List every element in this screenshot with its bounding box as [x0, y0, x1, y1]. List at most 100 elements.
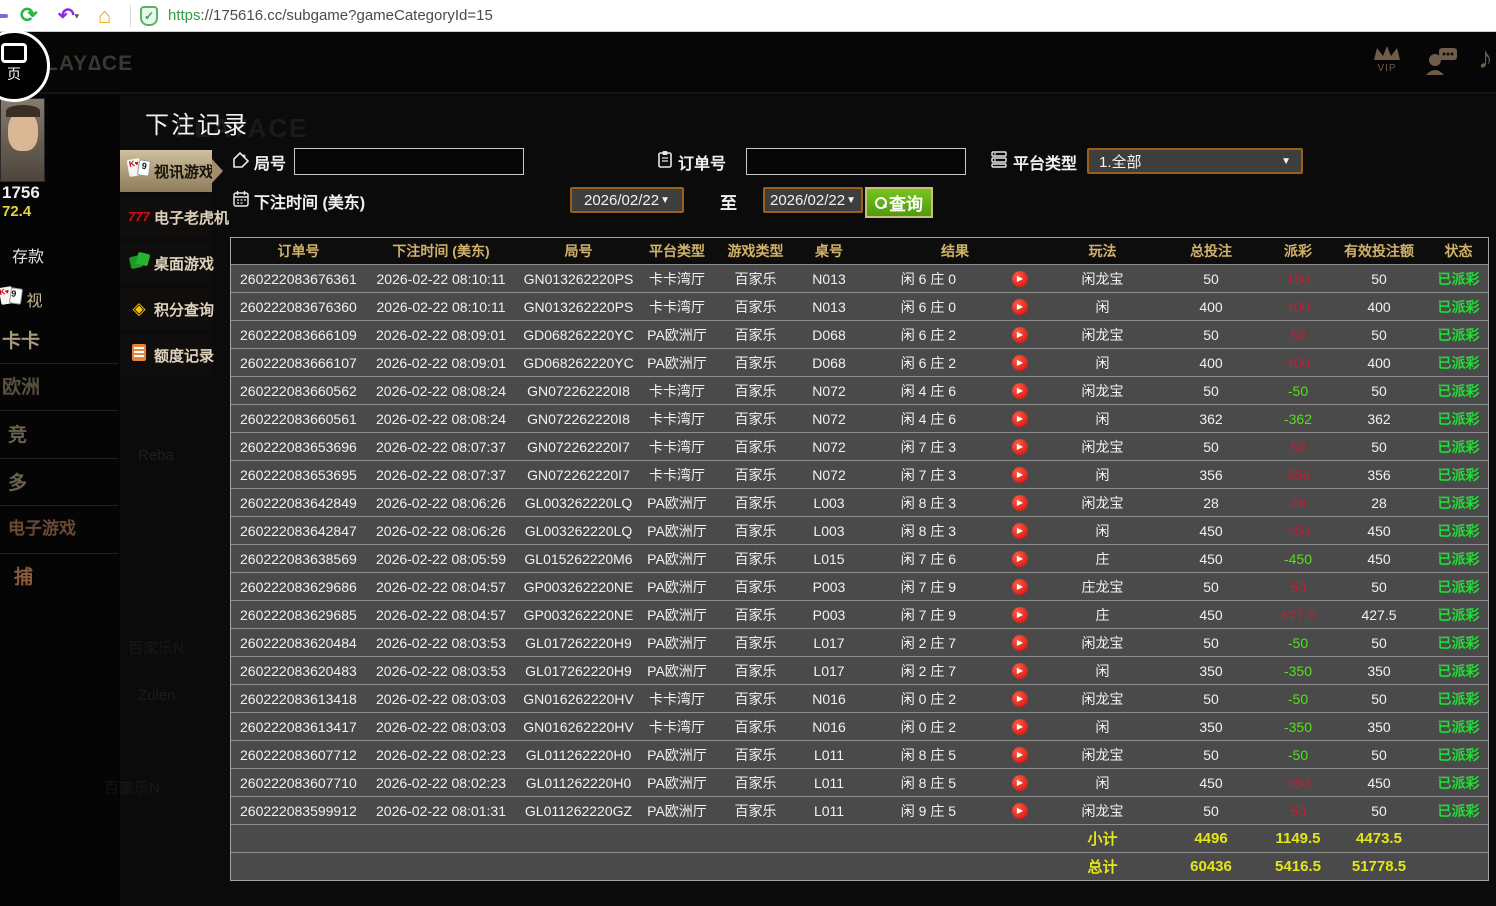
date-from-select[interactable]: 2026/02/22 ▼ [570, 187, 684, 213]
play-result-button[interactable]: ▶ [1012, 326, 1028, 343]
round: GL011262220H0 [525, 746, 632, 763]
play-result-button[interactable]: ▶ [1012, 466, 1028, 483]
bet-type: 闲龙宝 [1081, 634, 1124, 651]
table-row: 260222083620483 2026-02-22 08:03:53 GL0172… [231, 656, 1488, 684]
play-result-button[interactable]: ▶ [1012, 802, 1028, 819]
browser-bar: ⟳ ↶▾ ⌂ ✓ https://175616.cc/subgame?gameC… [0, 0, 1496, 32]
round: GL011262220GZ [524, 802, 633, 819]
table: L011 [813, 774, 845, 791]
total-bet: 400 [1199, 354, 1223, 371]
play-result-button[interactable]: ▶ [1012, 774, 1028, 791]
round-label: 局号 [254, 156, 287, 173]
sidebar-item-0[interactable]: K♥ 9 视讯游戏 [120, 150, 223, 192]
platform: 卡卡湾厅 [649, 382, 705, 399]
round-input[interactable] [294, 148, 524, 175]
game: 百家乐 [734, 326, 777, 343]
valid-bet: 350 [1367, 718, 1391, 735]
order-number: 260222083666109 [240, 326, 357, 343]
platform-select[interactable]: 1.全部 ▼ [1087, 148, 1303, 174]
result-cell: 闲 0 庄 2 ▶ [860, 713, 1050, 740]
play-result-button[interactable]: ▶ [1012, 606, 1028, 623]
undo-icon[interactable]: ↶▾ [58, 4, 79, 29]
payout-value: 50 [1290, 578, 1306, 595]
music-icon[interactable]: ♪ [1478, 42, 1493, 76]
game: 百家乐 [734, 802, 777, 819]
play-result-button[interactable]: ▶ [1012, 354, 1028, 371]
status-badge: 已派彩 [1437, 578, 1480, 595]
sidebar-item-2[interactable]: 桌面游戏 [120, 242, 214, 284]
play-result-button[interactable]: ▶ [1012, 634, 1028, 651]
bet-type: 闲龙宝 [1081, 270, 1124, 287]
sidebar-item-4[interactable]: 额度记录 [120, 334, 214, 376]
platform: 卡卡湾厅 [649, 718, 705, 735]
table-row: 260222083676361 2026-02-22 08:10:11 GN0132… [231, 264, 1488, 292]
screen: ⟳ ↶▾ ⌂ ✓ https://175616.cc/subgame?gameC… [0, 0, 1496, 906]
status-badge: 已派彩 [1437, 326, 1480, 343]
game: 百家乐 [734, 690, 777, 707]
play-result-button[interactable]: ▶ [1012, 662, 1028, 679]
order-number: 260222083642849 [240, 494, 357, 511]
payout-value: 356 [1286, 466, 1310, 483]
back-icon[interactable] [0, 14, 8, 18]
round: GN072262220I8 [527, 410, 630, 427]
sidebar-item-label: 电子老虎机 [154, 209, 230, 227]
game: 百家乐 [734, 466, 777, 483]
platform: PA欧洲厅 [647, 578, 707, 595]
play-result-button[interactable]: ▶ [1012, 438, 1028, 455]
order-input[interactable] [746, 148, 966, 175]
play-result-button[interactable]: ▶ [1012, 270, 1028, 287]
play-result-button[interactable]: ▶ [1012, 746, 1028, 763]
status-badge: 已派彩 [1437, 298, 1480, 315]
play-result-button[interactable]: ▶ [1012, 494, 1028, 511]
customer-service-icon[interactable] [1425, 46, 1459, 76]
platform: 卡卡湾厅 [649, 690, 705, 707]
result-cell: 闲 6 庄 2 ▶ [860, 321, 1050, 348]
time: 2026-02-22 08:09:01 [376, 326, 506, 343]
tag-icon [233, 151, 250, 168]
home-icon[interactable]: ⌂ [98, 4, 111, 28]
order-number: 260222083613418 [240, 690, 357, 707]
platform: PA欧洲厅 [647, 494, 707, 511]
round: GN072262220I8 [527, 382, 630, 399]
valid-bet: 50 [1371, 690, 1387, 707]
divider [0, 458, 118, 459]
date-to-select[interactable]: 2026/02/22 ▼ [763, 187, 863, 213]
table-row: 260222083660562 2026-02-22 08:08:24 GN0722… [231, 376, 1488, 404]
balance-sub: 72.4 [2, 203, 32, 220]
address-bar[interactable]: https://175616.cc/subgame?gameCategoryId… [168, 7, 493, 24]
payout-value: 400 [1286, 298, 1310, 315]
play-result-button[interactable]: ▶ [1012, 522, 1028, 539]
query-button[interactable]: 查询 [865, 187, 933, 218]
payout-value: -50 [1287, 746, 1309, 763]
result-text: 闲 8 庄 5 [900, 746, 957, 763]
game: 百家乐 [734, 662, 777, 679]
column-header: 下注时间 (美东) [392, 243, 490, 259]
platform-icon [991, 151, 1007, 168]
status-badge: 已派彩 [1437, 494, 1480, 511]
table: N013 [812, 270, 846, 287]
play-result-button[interactable]: ▶ [1012, 550, 1028, 567]
sidebar-item-label: 视讯游戏 [154, 163, 215, 181]
sidebar-item-3[interactable]: ◈ 积分查询 [120, 288, 214, 330]
table: N016 [812, 690, 846, 707]
clipboard-icon [658, 151, 672, 168]
valid-bet: 50 [1371, 438, 1387, 455]
play-result-button[interactable]: ▶ [1012, 410, 1028, 427]
security-shield-icon[interactable]: ✓ [140, 6, 158, 26]
round: GN072262220I7 [527, 466, 630, 483]
valid-bet: 400 [1367, 298, 1391, 315]
play-result-button[interactable]: ▶ [1012, 690, 1028, 707]
result-cell: 闲 7 庄 6 ▶ [860, 545, 1050, 572]
play-result-button[interactable]: ▶ [1012, 718, 1028, 735]
vip-icon[interactable]: VIP [1372, 44, 1402, 74]
game: 百家乐 [734, 606, 777, 623]
play-result-button[interactable]: ▶ [1012, 578, 1028, 595]
sidebar-item-1[interactable]: 777 电子老虎机 [120, 196, 229, 238]
play-result-button[interactable]: ▶ [1012, 382, 1028, 399]
table-row: 260222083638569 2026-02-22 08:05:59 GL0152… [231, 544, 1488, 572]
refresh-icon[interactable]: ⟳ [20, 4, 38, 28]
total-bet: 50 [1203, 382, 1219, 399]
result-cell: 闲 6 庄 0 ▶ [860, 293, 1050, 320]
result-text: 闲 0 庄 2 [900, 718, 957, 735]
play-result-button[interactable]: ▶ [1012, 298, 1028, 315]
